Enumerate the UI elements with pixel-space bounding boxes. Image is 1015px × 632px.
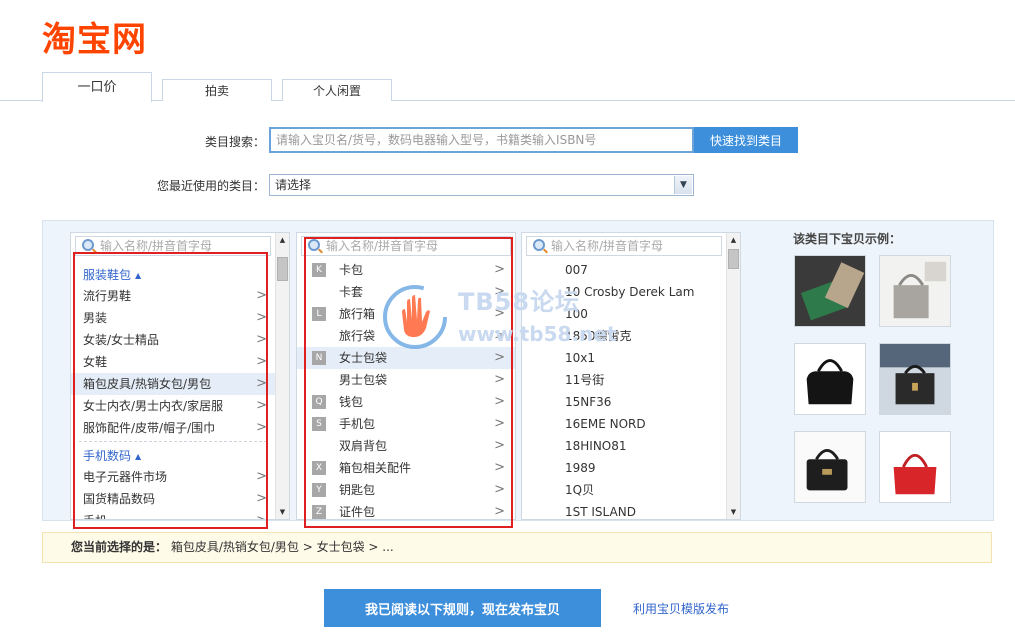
chevron-right-icon: > <box>494 350 505 365</box>
list-item[interactable]: 服饰配件/皮带/帽子/围巾 > <box>71 417 275 439</box>
scroll-up-icon[interactable]: ▲ <box>727 233 740 247</box>
watermark-title: TB58论坛 <box>458 288 581 316</box>
search-icon <box>308 239 320 251</box>
current-selection-bar: 您当前选择的是： 箱包皮具/热销女包/男包 > 女士包袋 > ... <box>42 532 992 563</box>
chevron-right-icon: > <box>494 372 505 387</box>
tab-auction[interactable]: 拍卖 <box>162 79 272 101</box>
chevron-right-icon: > <box>256 332 267 347</box>
chevron-right-icon: > <box>256 491 267 506</box>
list-item[interactable]: 女鞋 > <box>71 351 275 373</box>
publish-page: 淘宝网 一口价 拍卖 个人闲置 类目搜索： 快速找到类目 您最近使用的类目： 请… <box>0 0 1015 632</box>
list-item[interactable]: 18HINO81 <box>522 435 726 457</box>
chevron-right-icon: > <box>494 460 505 475</box>
list-item-selected[interactable]: N 女士包袋 > <box>297 347 515 369</box>
list-item[interactable]: K 卡包 > <box>297 259 515 281</box>
scroll-down-icon[interactable]: ▼ <box>276 505 289 519</box>
scroll-down-icon[interactable]: ▼ <box>727 505 740 519</box>
chevron-right-icon: > <box>494 504 505 519</box>
example-image[interactable] <box>879 255 951 327</box>
list-item[interactable]: 电子元器件市场 > <box>71 466 275 488</box>
recent-category-label: 您最近使用的类目： <box>156 179 265 193</box>
publish-item-button[interactable]: 我已阅读以下规则，现在发布宝贝 <box>324 589 601 627</box>
scroll-thumb[interactable] <box>728 249 739 269</box>
list-item[interactable]: 流行男鞋 > <box>71 285 275 307</box>
tab-personal-idle[interactable]: 个人闲置 <box>282 79 392 101</box>
chevron-down-icon[interactable]: ▼ <box>674 176 692 194</box>
column1-scrollbar[interactable]: ▲ ▼ <box>275 233 289 519</box>
example-image[interactable] <box>794 255 866 327</box>
category-column-level1[interactable]: 输入名称/拼音首字母 ▲ ▼ 服装鞋包 ▲ 流行男鞋 > 男装 > 女装/女士精品 > … <box>70 232 290 520</box>
example-image[interactable] <box>794 343 866 415</box>
list-item[interactable]: X 箱包相关配件 > <box>297 457 515 479</box>
list-item[interactable]: 男装 > <box>71 307 275 329</box>
chevron-right-icon: > <box>494 262 505 277</box>
list-item[interactable]: 15NF36 <box>522 391 726 413</box>
chevron-right-icon: > <box>256 469 267 484</box>
chevron-right-icon: > <box>494 438 505 453</box>
tab-divider <box>0 100 1015 101</box>
example-image[interactable] <box>794 431 866 503</box>
chevron-right-icon: > <box>494 394 505 409</box>
watermark-url: www.tb58.net <box>458 322 617 346</box>
column1-list: 服装鞋包 ▲ 流行男鞋 > 男装 > 女装/女士精品 > 女鞋 > 箱包皮具/热销女包/男… <box>71 261 275 519</box>
example-image[interactable] <box>879 343 951 415</box>
scroll-up-icon[interactable]: ▲ <box>276 233 289 247</box>
list-item[interactable]: 11号街 <box>522 369 726 391</box>
quick-find-category-button[interactable]: 快速找到类目 <box>694 127 798 153</box>
category-search-label: 类目搜索： <box>204 135 265 149</box>
list-item[interactable]: 女装/女士精品 > <box>71 329 275 351</box>
chevron-right-icon: > <box>256 420 267 435</box>
list-item[interactable]: Q 钱包 > <box>297 391 515 413</box>
chevron-right-icon: > <box>256 376 267 391</box>
list-item[interactable]: 1Q贝 <box>522 479 726 501</box>
caret-up-icon: ▲ <box>135 271 142 280</box>
chevron-right-icon: > <box>256 354 267 369</box>
list-item[interactable]: 1ST ISLAND <box>522 501 726 519</box>
search-icon <box>533 239 545 251</box>
chevron-right-icon: > <box>256 288 267 303</box>
list-item[interactable]: Z 证件包 > <box>297 501 515 519</box>
list-item[interactable]: 国货精品数码 > <box>71 488 275 510</box>
column2-search-input[interactable]: 输入名称/拼音首字母 <box>301 236 511 256</box>
chevron-right-icon: > <box>494 482 505 497</box>
list-item[interactable]: 女士内衣/男士内衣/家居服 > <box>71 395 275 417</box>
list-item[interactable]: 1989 <box>522 457 726 479</box>
category-column-level2[interactable]: 输入名称/拼音首字母 K 卡包 > 卡套 > L 旅行箱 > 旅行袋 > N 女士包袋 > 男士… <box>296 232 516 520</box>
list-item[interactable]: S 手机包 > <box>297 413 515 435</box>
category-search-input[interactable] <box>269 127 694 153</box>
group-title-apparel[interactable]: 服装鞋包 ▲ <box>71 261 275 285</box>
recent-category-select[interactable]: 请选择 ▼ <box>269 174 694 196</box>
taobao-logo[interactable]: 淘宝网 <box>42 12 147 61</box>
tab-fixed-price[interactable]: 一口价 <box>42 72 152 102</box>
chevron-right-icon: > <box>256 510 267 519</box>
scroll-thumb[interactable] <box>277 257 288 281</box>
current-selection-label: 您当前选择的是： <box>71 540 168 554</box>
caret-up-icon: ▲ <box>135 452 142 461</box>
column3-scrollbar[interactable]: ▲ ▼ <box>726 233 740 519</box>
column1-search-input[interactable]: 输入名称/拼音首字母 <box>75 236 271 256</box>
list-item-selected[interactable]: 箱包皮具/热销女包/男包 > <box>71 373 275 395</box>
chevron-right-icon: > <box>494 416 505 431</box>
examples-title: 该类目下宝贝示例： <box>793 232 902 246</box>
list-item[interactable]: 16EME NORD <box>522 413 726 435</box>
chevron-right-icon: > <box>256 310 267 325</box>
search-icon <box>82 239 94 251</box>
category-column-brand[interactable]: 输入名称/拼音首字母 ▲ ▼ 007 10 Crosby Derek Lam 1… <box>521 232 741 520</box>
example-image[interactable] <box>879 431 951 503</box>
current-selection-path: 箱包皮具/热销女包/男包 > 女士包袋 > ... <box>170 540 394 554</box>
list-item[interactable]: 双肩背包 > <box>297 435 515 457</box>
list-item[interactable]: 10x1 <box>522 347 726 369</box>
list-item[interactable]: 007 <box>522 259 726 281</box>
list-item[interactable]: Y 钥匙包 > <box>297 479 515 501</box>
list-item[interactable]: 男士包袋 > <box>297 369 515 391</box>
publish-from-template-link[interactable]: 利用宝贝模版发布 <box>633 600 729 617</box>
column3-search-input[interactable]: 输入名称/拼音首字母 <box>526 236 722 256</box>
group-title-digital[interactable]: 手机数码 ▲ <box>71 442 275 466</box>
list-item[interactable]: 手机> <box>71 510 275 519</box>
chevron-right-icon: > <box>256 398 267 413</box>
recent-category-value: 请选择 <box>275 178 312 192</box>
